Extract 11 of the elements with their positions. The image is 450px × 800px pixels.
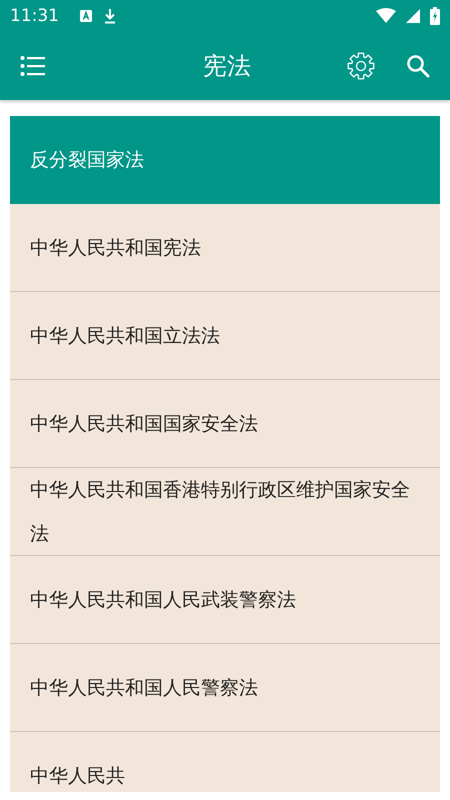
wifi-icon bbox=[376, 8, 396, 24]
clock: 11:31 bbox=[10, 6, 59, 26]
law-item[interactable]: 反分裂国家法 bbox=[10, 116, 440, 204]
app-title: 宪法 bbox=[202, 51, 252, 82]
settings-icon bbox=[346, 51, 376, 81]
search-icon bbox=[406, 54, 430, 78]
download-icon bbox=[103, 8, 117, 24]
keyboard-app-icon bbox=[79, 9, 93, 23]
menu-icon bbox=[20, 55, 46, 77]
signal-icon bbox=[406, 9, 420, 23]
battery-icon bbox=[430, 7, 440, 25]
